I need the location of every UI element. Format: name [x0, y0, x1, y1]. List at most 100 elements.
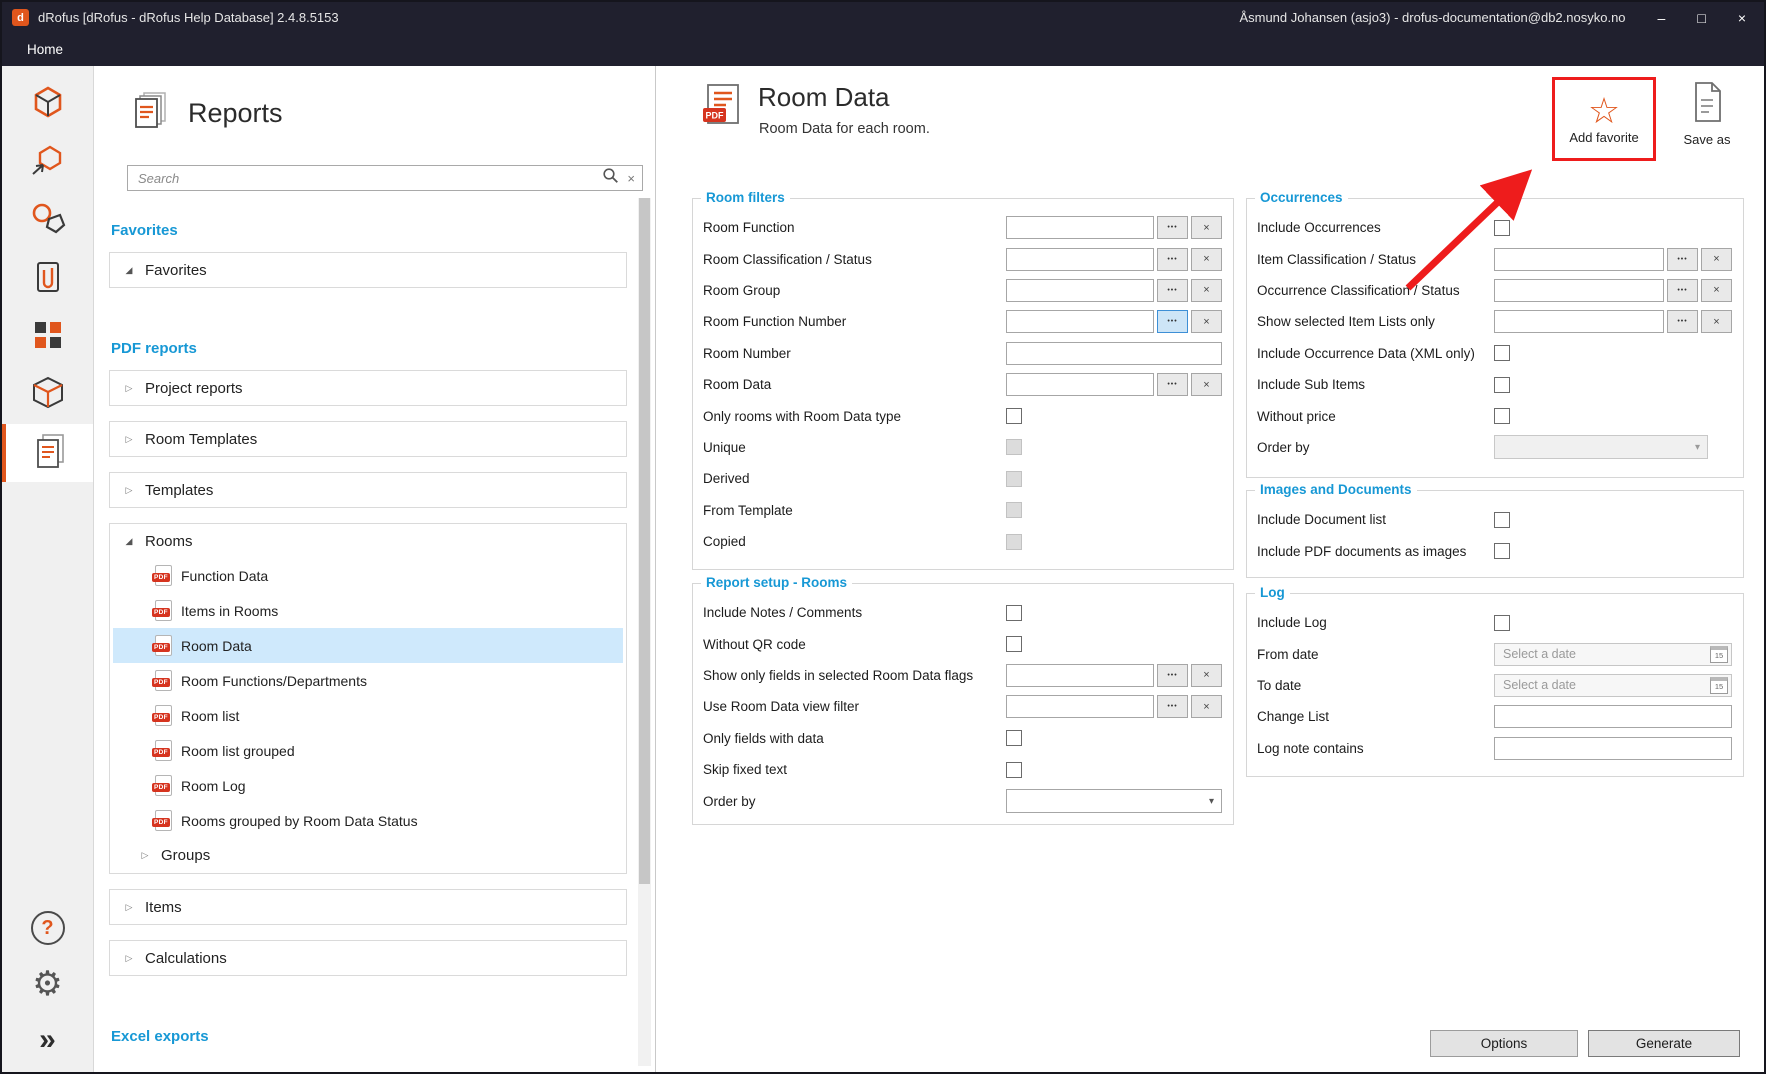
field-controls: [1494, 377, 1732, 393]
only-fields-with-data-checkbox[interactable]: [1006, 730, 1022, 746]
room-function-lookup-button[interactable]: •••: [1157, 216, 1188, 239]
maximize-button[interactable]: □: [1697, 11, 1705, 25]
item-lists-input[interactable]: [1494, 310, 1664, 333]
skip-fixed-text-checkbox[interactable]: [1006, 762, 1022, 778]
room-data-input[interactable]: [1006, 373, 1154, 396]
to-date-input[interactable]: [1501, 677, 1707, 693]
report-item-room-list[interactable]: PDF Room list: [113, 698, 623, 733]
without-price-checkbox[interactable]: [1494, 408, 1510, 424]
room-classification-input[interactable]: [1006, 248, 1154, 271]
from-date-input[interactable]: [1501, 646, 1707, 662]
expander-items[interactable]: ▷ Items: [110, 890, 626, 924]
titlebar: d dRofus [dRofus - dRofus Help Database]…: [2, 2, 1764, 33]
include-occurrences-checkbox[interactable]: [1494, 220, 1510, 236]
room-data-clear-button[interactable]: ×: [1191, 373, 1222, 396]
sidebar-item-rooms[interactable]: [2, 76, 93, 134]
item-lists-clear-button[interactable]: ×: [1701, 310, 1732, 333]
star-icon[interactable]: ☆: [1588, 93, 1620, 129]
save-as-button[interactable]: Save as: [1670, 80, 1744, 147]
rooms-order-by-select[interactable]: ▾: [1006, 789, 1222, 813]
log-note-contains-input[interactable]: [1494, 737, 1732, 760]
include-pdf-documents-checkbox[interactable]: [1494, 543, 1510, 559]
occurrence-classification-clear-button[interactable]: ×: [1701, 279, 1732, 302]
room-data-flags-clear-button[interactable]: ×: [1191, 664, 1222, 687]
close-button[interactable]: ×: [1738, 11, 1746, 25]
item-classification-clear-button[interactable]: ×: [1701, 248, 1732, 271]
room-function-number-clear-button[interactable]: ×: [1191, 310, 1222, 333]
field-row: Include Occurrence Data (XML only): [1257, 338, 1732, 369]
search-input[interactable]: [136, 170, 594, 187]
sidebar-item-items[interactable]: [2, 192, 93, 250]
expander-calculations[interactable]: ▷ Calculations: [110, 941, 626, 975]
room-data-view-filter-lookup-button[interactable]: •••: [1157, 695, 1188, 718]
search-clear-icon[interactable]: ×: [627, 171, 635, 186]
expander-favorites[interactable]: ◢ Favorites: [110, 253, 626, 287]
room-classification-clear-button[interactable]: ×: [1191, 248, 1222, 271]
change-list-input[interactable]: [1494, 705, 1732, 728]
options-button[interactable]: Options: [1430, 1030, 1578, 1057]
room-data-flags-input[interactable]: [1006, 664, 1154, 687]
include-occurrence-data-xml-checkbox[interactable]: [1494, 345, 1510, 361]
expander-groups[interactable]: ▷ Groups: [110, 838, 626, 873]
minimize-button[interactable]: –: [1658, 11, 1666, 25]
report-item-room-list-grouped[interactable]: PDF Room list grouped: [113, 733, 623, 768]
include-log-checkbox[interactable]: [1494, 615, 1510, 631]
room-classification-lookup-button[interactable]: •••: [1157, 248, 1188, 271]
only-rooms-with-room-data-type-checkbox[interactable]: [1006, 408, 1022, 424]
room-group-input[interactable]: [1006, 279, 1154, 302]
room-group-clear-button[interactable]: ×: [1191, 279, 1222, 302]
room-data-flags-lookup-button[interactable]: •••: [1157, 664, 1188, 687]
generate-button[interactable]: Generate: [1588, 1030, 1740, 1057]
report-item-room-data[interactable]: PDF Room Data: [113, 628, 623, 663]
sidebar-item-room-functions[interactable]: [2, 134, 93, 192]
include-document-list-checkbox[interactable]: [1494, 512, 1510, 528]
scrollbar-thumb[interactable]: [639, 198, 650, 884]
field-controls: ••• ×: [1494, 310, 1732, 333]
calendar-icon[interactable]: 15: [1710, 646, 1728, 663]
reports-scrollbar[interactable]: [638, 198, 651, 1066]
room-data-view-filter-clear-button[interactable]: ×: [1191, 695, 1222, 718]
pdf-icon: PDF: [155, 740, 172, 761]
report-item-function-data[interactable]: PDF Function Data: [113, 558, 623, 593]
expander-project-reports[interactable]: ▷ Project reports: [110, 371, 626, 405]
sidebar-item-products[interactable]: [2, 366, 93, 424]
sidebar-item-buildings[interactable]: [2, 308, 93, 366]
room-function-input[interactable]: [1006, 216, 1154, 239]
expander-templates[interactable]: ▷ Templates: [110, 473, 626, 507]
item-lists-lookup-button[interactable]: •••: [1667, 310, 1698, 333]
occurrence-classification-input[interactable]: [1494, 279, 1664, 302]
report-item-items-in-rooms[interactable]: PDF Items in Rooms: [113, 593, 623, 628]
without-qr-code-checkbox[interactable]: [1006, 636, 1022, 652]
expand-sidebar-button[interactable]: »: [2, 1012, 93, 1068]
expander-room-templates[interactable]: ▷ Room Templates: [110, 422, 626, 456]
calendar-icon[interactable]: 15: [1710, 677, 1728, 694]
room-function-clear-button[interactable]: ×: [1191, 216, 1222, 239]
reports-tree: Favorites ◢ Favorites PDF reports ▷ Proj…: [109, 222, 627, 1058]
add-favorite-button[interactable]: Add favorite: [1569, 130, 1638, 145]
room-data-view-filter-input[interactable]: [1006, 695, 1154, 718]
room-number-input[interactable]: [1006, 342, 1222, 365]
sidebar-item-reports[interactable]: [2, 424, 93, 482]
report-item-rooms-grouped-by-status[interactable]: PDF Rooms grouped by Room Data Status: [113, 803, 623, 838]
include-notes-comments-checkbox[interactable]: [1006, 605, 1022, 621]
room-function-number-input[interactable]: [1006, 310, 1154, 333]
help-button[interactable]: ?: [2, 900, 93, 956]
room-function-number-lookup-button[interactable]: •••: [1157, 310, 1188, 333]
tab-home[interactable]: Home: [27, 42, 63, 57]
room-group-lookup-button[interactable]: •••: [1157, 279, 1188, 302]
occurrence-classification-lookup-button[interactable]: •••: [1667, 279, 1698, 302]
report-item-room-functions-departments[interactable]: PDF Room Functions/Departments: [113, 663, 623, 698]
item-classification-lookup-button[interactable]: •••: [1667, 248, 1698, 271]
search-icon[interactable]: [602, 167, 619, 189]
include-sub-items-checkbox[interactable]: [1494, 377, 1510, 393]
room-data-lookup-button[interactable]: •••: [1157, 373, 1188, 396]
field-row: Order by ▾: [703, 785, 1222, 816]
sidebar-item-attachments[interactable]: [2, 250, 93, 308]
titlebar-right: Åsmund Johansen (asjo3) - drofus-documen…: [1239, 10, 1752, 25]
expander-rooms[interactable]: ◢ Rooms: [110, 524, 626, 558]
settings-button[interactable]: ⚙: [2, 956, 93, 1012]
section-header-favorites: Favorites: [111, 222, 627, 239]
item-classification-input[interactable]: [1494, 248, 1664, 271]
field-row: Room Number: [703, 338, 1222, 369]
report-item-room-log[interactable]: PDF Room Log: [113, 768, 623, 803]
